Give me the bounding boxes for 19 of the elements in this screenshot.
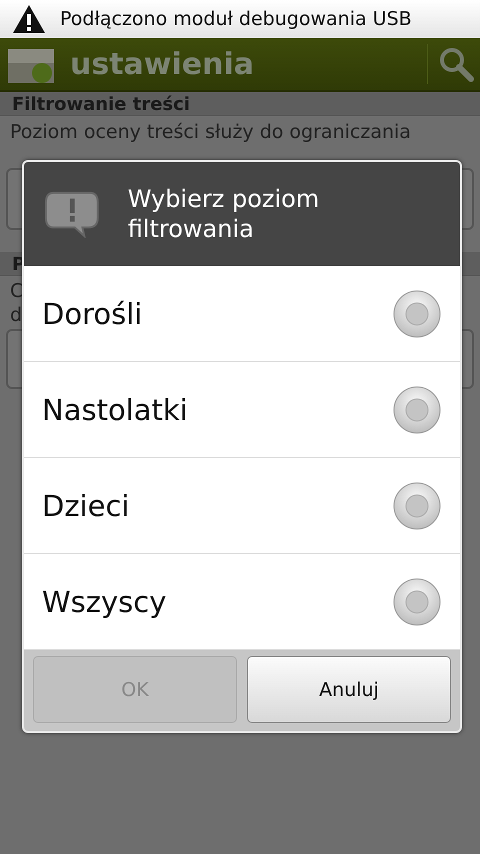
section-header: Filtrowanie treści: [12, 94, 190, 115]
dialog-title: Wybierz poziom filtrowania: [128, 184, 320, 244]
alert-bubble-icon: [44, 190, 100, 238]
notification-text: Podłączono moduł debugowania USB: [60, 8, 412, 30]
option-row[interactable]: Dzieci: [24, 458, 460, 554]
description-text: C: [10, 280, 24, 302]
cancel-button[interactable]: Anuluj: [247, 656, 451, 723]
search-icon[interactable]: [438, 46, 474, 82]
description-text: Poziom oceny treści służy do ograniczania: [10, 121, 411, 143]
option-row[interactable]: Wszyscy: [24, 554, 460, 650]
option-row[interactable]: Dorośli: [24, 266, 460, 362]
radio-button[interactable]: [392, 480, 442, 530]
option-row[interactable]: Nastolatki: [24, 362, 460, 458]
radio-button[interactable]: [392, 288, 442, 338]
description-text: d: [10, 304, 22, 326]
warning-icon: [12, 4, 46, 34]
radio-button[interactable]: [392, 384, 442, 434]
radio-button[interactable]: [392, 576, 442, 626]
app-title: ustawienia: [70, 46, 256, 82]
